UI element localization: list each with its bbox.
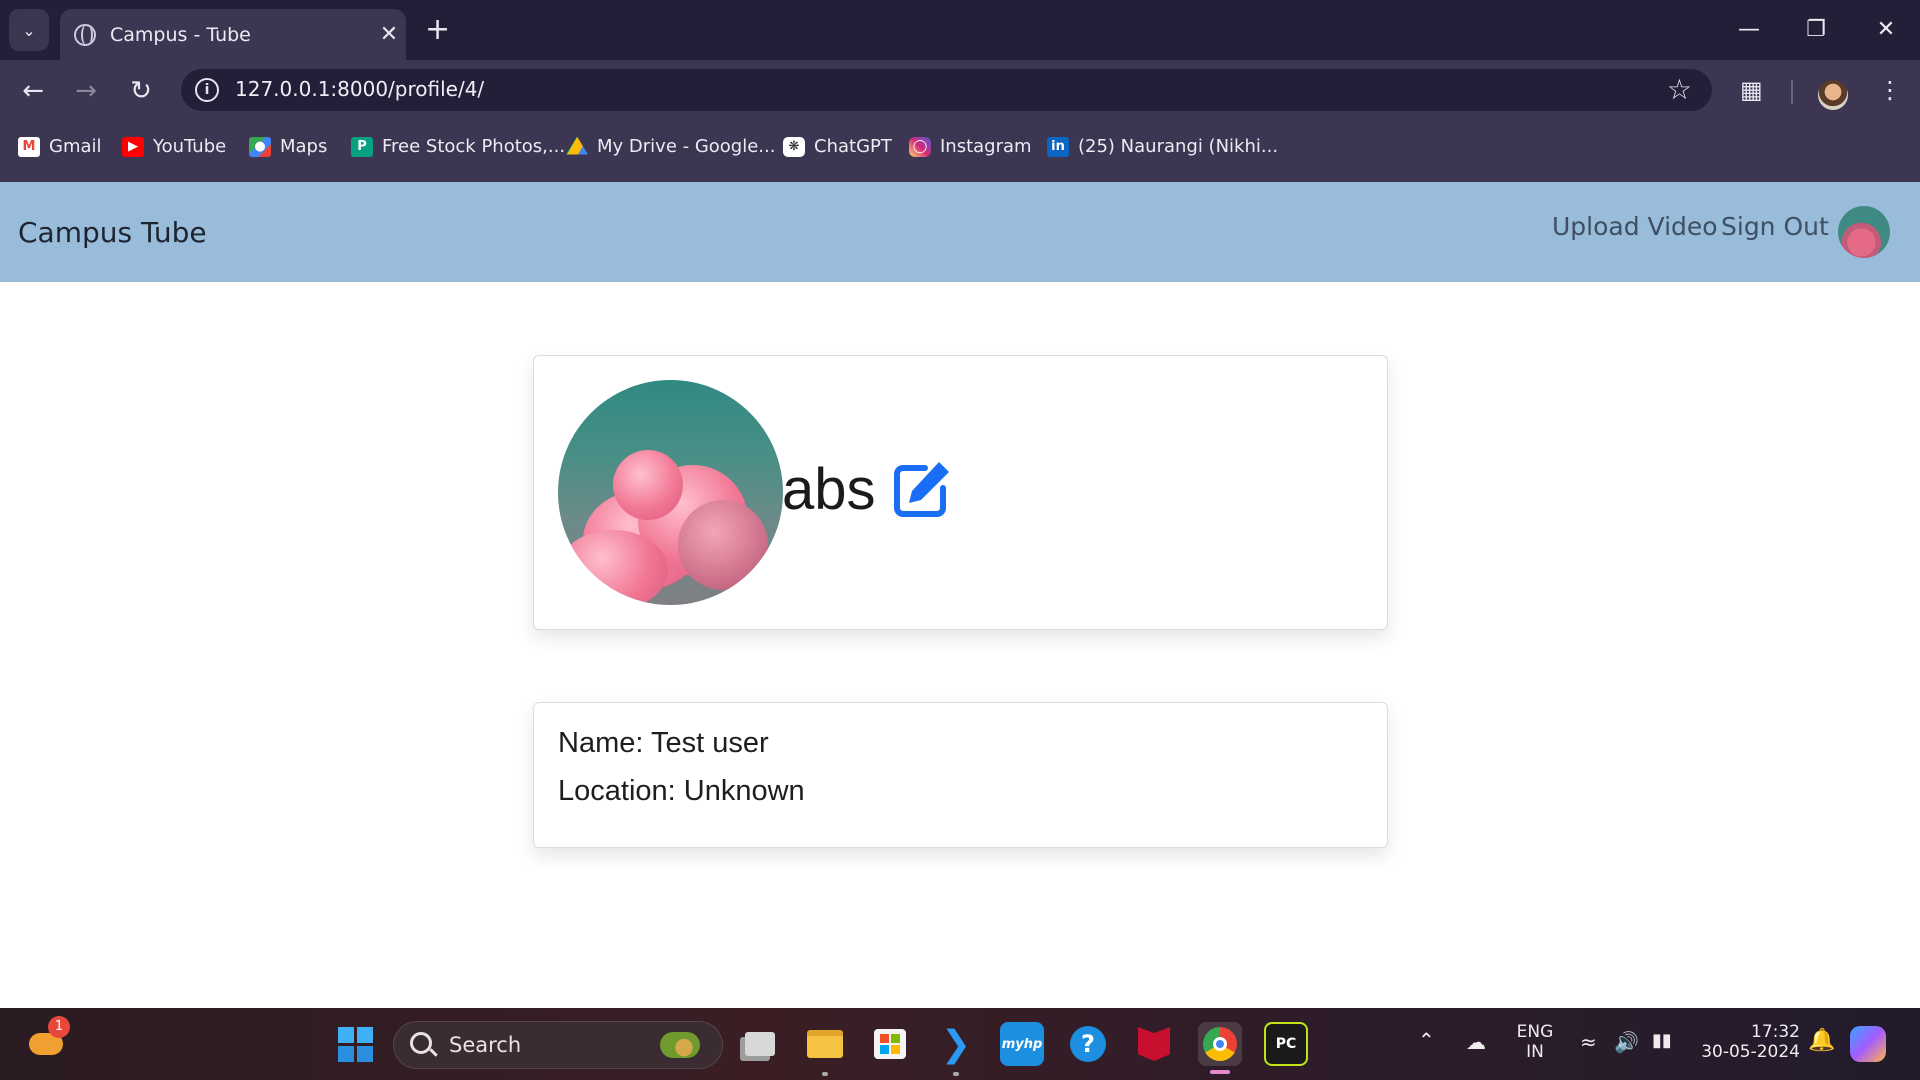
bookmark-label: Maps [280, 136, 328, 157]
new-tab-button[interactable]: + [425, 12, 450, 48]
vscode-running-indicator [953, 1072, 959, 1076]
taskbar-search-label: Search [449, 1033, 522, 1057]
tab-title: Campus - Tube [110, 23, 251, 46]
bookmark-instagram[interactable]: ◯ Instagram [909, 136, 1032, 157]
clock-date: 30-05-2024 [1701, 1042, 1800, 1062]
restore-button[interactable]: ❐ [1796, 10, 1836, 50]
tab-strip: ⌄ Campus - Tube ✕ + — ❐ ✕ [0, 0, 1920, 60]
back-button[interactable]: ← [13, 74, 53, 108]
profile-location: Location: Unknown [558, 775, 805, 807]
youtube-icon: ▶ [122, 136, 144, 157]
bookmark-label: My Drive - Google... [597, 136, 776, 157]
windows-taskbar: 1 Search ❯ myhp ? PC ⌃ ☁ ENG IN ≈ 🔊 ▮▮ 1… [0, 1008, 1920, 1080]
start-windows-icon[interactable] [333, 1022, 377, 1066]
reload-button[interactable]: ↻ [121, 74, 161, 108]
menu-kebab-icon[interactable]: ⋮ [1878, 76, 1902, 104]
bookmark-label: Free Stock Photos,... [382, 136, 566, 157]
tab-campus-tube[interactable]: Campus - Tube ✕ [60, 9, 406, 60]
site-navbar: Campus Tube Upload Video Sign Out [0, 182, 1920, 282]
profile-info-card: Name: Test user Location: Unknown [533, 702, 1388, 848]
chatgpt-icon: ❋ [783, 136, 805, 157]
gmail-icon: M [18, 136, 40, 157]
chrome-icon[interactable] [1198, 1022, 1242, 1066]
wifi-icon[interactable]: ≈ [1580, 1030, 1597, 1054]
bookmarks-bar: M Gmail ▶ YouTube ● Maps P Free Stock Ph… [0, 120, 1920, 182]
vscode-icon[interactable]: ❯ [934, 1022, 978, 1066]
edit-profile-icon[interactable] [891, 458, 953, 520]
onedrive-icon[interactable]: ☁ [1466, 1030, 1486, 1054]
language-indicator[interactable]: ENG IN [1510, 1022, 1560, 1062]
task-view-icon[interactable] [738, 1022, 782, 1066]
notification-bell-icon[interactable]: 🔔 [1808, 1028, 1835, 1053]
bookmark-star-icon[interactable]: ☆ [1667, 73, 1692, 106]
lang-bottom: IN [1526, 1042, 1544, 1062]
search-icon [410, 1032, 432, 1054]
explorer-running-indicator [822, 1072, 828, 1076]
bookmark-youtube[interactable]: ▶ YouTube [122, 136, 226, 157]
clock[interactable]: 17:32 30-05-2024 [1696, 1022, 1800, 1062]
file-explorer-icon[interactable] [803, 1022, 847, 1066]
bookmark-linkedin[interactable]: in (25) Naurangi (Nikhi... [1047, 136, 1278, 157]
profile-name: Name: Test user [558, 727, 769, 759]
help-icon[interactable]: ? [1066, 1022, 1110, 1066]
profile-avatar [558, 380, 783, 605]
chrome-active-indicator [1210, 1070, 1230, 1074]
bookmark-label: Instagram [940, 136, 1032, 157]
user-avatar[interactable] [1838, 206, 1890, 258]
bookmark-maps[interactable]: ● Maps [249, 136, 327, 157]
bookmark-label: YouTube [153, 136, 227, 157]
bookmark-label: (25) Naurangi (Nikhi... [1078, 136, 1279, 157]
pexels-icon: P [351, 136, 373, 157]
drive-icon [566, 136, 588, 155]
bookmark-gmail[interactable]: M Gmail [18, 136, 102, 157]
search-highlight-icon [660, 1032, 700, 1058]
profile-header-card: abs [533, 355, 1388, 630]
url-text: 127.0.0.1:8000/profile/4/ [235, 77, 485, 101]
site-brand[interactable]: Campus Tube [18, 216, 207, 249]
instagram-icon: ◯ [909, 136, 931, 157]
bookmark-free-stock-photos[interactable]: P Free Stock Photos,... [351, 136, 565, 157]
notification-badge: 1 [48, 1016, 70, 1038]
microsoft-store-icon[interactable] [868, 1022, 912, 1066]
browser-toolbar: ← → ↻ i 127.0.0.1:8000/profile/4/ ☆ ▦ ⋮ [0, 60, 1920, 120]
toolbar-divider [1791, 80, 1793, 104]
maps-icon: ● [249, 136, 271, 157]
volume-icon[interactable]: 🔊 [1614, 1030, 1639, 1054]
lang-top: ENG [1516, 1022, 1554, 1042]
tray-overflow-chevron-icon[interactable]: ⌃ [1418, 1028, 1435, 1052]
tab-close-icon[interactable]: ✕ [372, 22, 406, 47]
bookmark-my-drive[interactable]: My Drive - Google... [566, 136, 775, 157]
profile-username: abs [782, 457, 876, 522]
forward-button[interactable]: → [66, 74, 106, 108]
chevron-down-icon: ⌄ [22, 20, 36, 40]
linkedin-icon: in [1047, 136, 1069, 157]
myhp-icon[interactable]: myhp [1000, 1022, 1044, 1066]
sign-out-link[interactable]: Sign Out [1721, 212, 1829, 241]
mcafee-icon[interactable] [1132, 1022, 1176, 1066]
browser-profile-avatar[interactable] [1818, 80, 1848, 110]
bookmark-label: Gmail [49, 136, 102, 157]
battery-icon[interactable]: ▮▮ [1652, 1030, 1672, 1051]
extensions-icon[interactable]: ▦ [1740, 76, 1763, 104]
bookmark-chatgpt[interactable]: ❋ ChatGPT [783, 136, 892, 157]
copilot-icon[interactable] [1850, 1026, 1886, 1062]
globe-icon [74, 23, 96, 46]
bookmark-label: ChatGPT [814, 136, 892, 157]
site-info-icon[interactable]: i [195, 78, 219, 102]
clock-time: 17:32 [1751, 1022, 1800, 1042]
tab-search-button[interactable]: ⌄ [9, 9, 49, 51]
minimize-button[interactable]: — [1729, 10, 1769, 50]
pycharm-icon[interactable]: PC [1264, 1022, 1308, 1066]
upload-video-link[interactable]: Upload Video [1552, 212, 1718, 241]
window-close-button[interactable]: ✕ [1866, 10, 1906, 50]
address-bar[interactable]: i 127.0.0.1:8000/profile/4/ ☆ [181, 69, 1712, 111]
taskbar-search[interactable]: Search [393, 1021, 723, 1069]
